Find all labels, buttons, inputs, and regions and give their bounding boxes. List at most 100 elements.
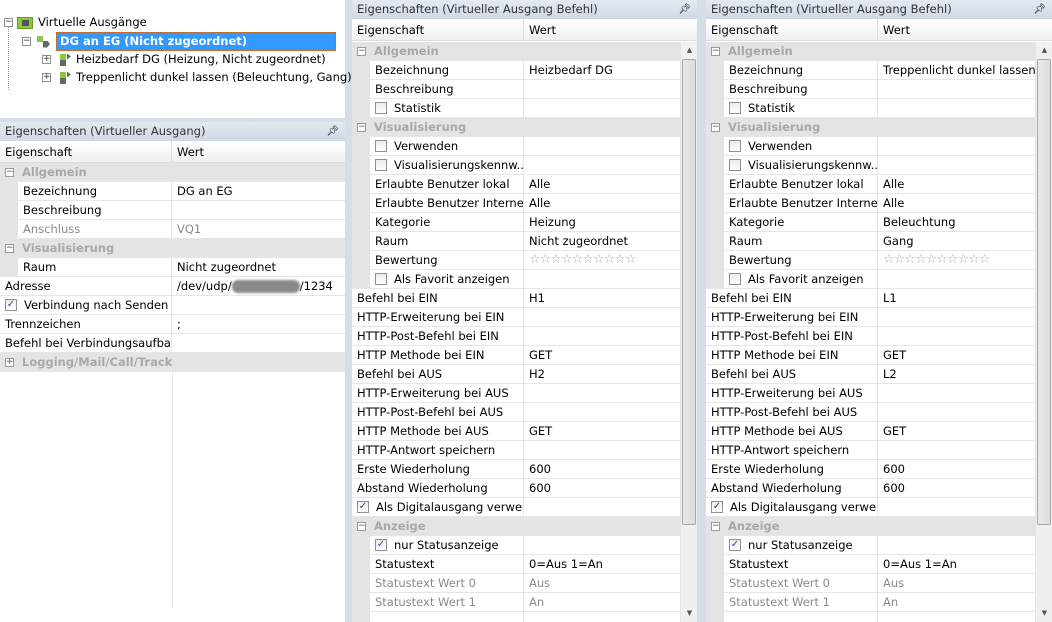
property-value[interactable] <box>524 270 680 288</box>
expand-icon[interactable]: + <box>5 357 14 367</box>
property-value[interactable]: ☆☆☆☆☆☆☆☆☆☆ <box>524 251 680 269</box>
pin-icon[interactable]: 📌︎ <box>326 122 339 141</box>
checkbox[interactable] <box>729 159 741 171</box>
property-value[interactable] <box>524 403 680 421</box>
collapse-icon[interactable]: − <box>357 46 366 56</box>
property-value[interactable]: VQ1 <box>172 220 345 238</box>
property-value[interactable] <box>878 137 1035 155</box>
scrollbar-thumb[interactable] <box>1037 59 1051 525</box>
property-value[interactable] <box>524 498 680 516</box>
tree-node-child[interactable]: + Treppenlicht dunkel lassen (Beleuchtun… <box>42 69 352 86</box>
property-value[interactable]: 600 <box>878 460 1035 478</box>
property-value[interactable] <box>878 612 1035 622</box>
property-value[interactable] <box>524 327 680 345</box>
checkbox[interactable]: ✓ <box>375 539 387 551</box>
property-row-als-favorit-anzeigen[interactable]: Als Favorit anzeigen <box>706 270 1035 289</box>
property-row-http-methode-bei-aus[interactable]: HTTP Methode bei AUS GET <box>706 422 1035 441</box>
property-row-trennzeichen[interactable]: Trennzeichen; <box>0 315 345 334</box>
property-row-statustext-wert-1[interactable]: Statustext Wert 1 An <box>706 593 1035 612</box>
rating-stars[interactable]: ☆☆☆☆☆☆☆☆☆☆ <box>883 251 991 269</box>
property-value[interactable] <box>878 80 1035 98</box>
property-value[interactable]: L1 <box>878 289 1035 307</box>
property-value[interactable]: Treppenlicht dunkel lassen <box>878 61 1035 79</box>
tree-node-child[interactable]: + Heizbedarf DG (Heizung, Nicht zugeordn… <box>42 51 326 68</box>
property-row-raum[interactable]: Raum Nicht zugeordnet <box>352 232 680 251</box>
property-value[interactable]: H1 <box>524 289 680 307</box>
group-anzeige[interactable]: − Anzeige <box>706 517 1035 536</box>
collapse-icon[interactable]: − <box>357 122 366 132</box>
property-row-kategorie[interactable]: Kategorie Beleuchtung <box>706 213 1035 232</box>
property-value[interactable]: /dev/udp/ /1234 <box>172 277 345 295</box>
property-value[interactable]: Alle <box>878 194 1035 212</box>
group-logging-mail-call-track[interactable]: + Logging/Mail/Call/Track <box>0 353 345 372</box>
property-row-http-erweiterung-bei-aus[interactable]: HTTP-Erweiterung bei AUS <box>352 384 680 403</box>
property-row-http-methode-bei-ein[interactable]: HTTP Methode bei EIN GET <box>706 346 1035 365</box>
property-row-http-methode-bei-aus[interactable]: HTTP Methode bei AUS GET <box>352 422 680 441</box>
property-value[interactable]: Aus <box>878 574 1035 592</box>
pin-icon[interactable]: 📌︎ <box>678 0 691 19</box>
collapse-icon[interactable]: − <box>711 122 720 132</box>
collapse-icon[interactable]: − <box>711 521 720 531</box>
column-wert[interactable]: Wert <box>524 19 556 40</box>
column-eigenschaft[interactable]: Eigenschaft <box>706 19 878 40</box>
column-wert[interactable]: Wert <box>172 141 204 162</box>
property-value[interactable]: L2 <box>878 365 1035 383</box>
tree-node-root[interactable]: − Virtuelle Ausgänge <box>4 14 147 31</box>
property-value[interactable] <box>878 308 1035 326</box>
vertical-scrollbar[interactable]: ▲ ▼ <box>1035 42 1052 622</box>
collapse-icon[interactable]: − <box>5 243 14 253</box>
property-value[interactable]: Aus <box>524 574 680 592</box>
property-row-abstand-wiederholung[interactable]: Abstand Wiederholung 600 <box>352 479 680 498</box>
group-visualisierung[interactable]: − Visualisierung <box>0 239 345 258</box>
property-row-http-post-befehl-bei-ein[interactable]: HTTP-Post-Befehl bei EIN <box>352 327 680 346</box>
property-row-statustext-wert-1[interactable]: Statustext Wert 1 An <box>352 593 680 612</box>
property-row-befehl-bei-ein[interactable]: Befehl bei EIN H1 <box>352 289 680 308</box>
property-value[interactable]: Alle <box>524 194 680 212</box>
expand-icon[interactable]: + <box>42 55 51 64</box>
property-row-http-antwort-speichern[interactable]: HTTP-Antwort speichern <box>352 441 680 460</box>
vertical-scrollbar[interactable]: ▲ ▼ <box>680 42 697 622</box>
property-value[interactable]: Heizbedarf DG <box>524 61 680 79</box>
property-value[interactable]: Alle <box>878 175 1035 193</box>
property-row-erlaubte-benutzer-internet[interactable]: Erlaubte Benutzer Internet Alle <box>352 194 680 213</box>
collapse-icon[interactable]: − <box>711 46 720 56</box>
splitter[interactable] <box>345 0 352 622</box>
checkbox[interactable] <box>729 273 741 285</box>
property-value[interactable] <box>524 80 680 98</box>
property-value[interactable] <box>878 270 1035 288</box>
property-value[interactable] <box>878 99 1035 117</box>
property-value[interactable] <box>524 536 680 554</box>
group-allgemein[interactable]: − Allgemein <box>0 163 345 182</box>
property-row-als-favorit-anzeigen[interactable]: Als Favorit anzeigen <box>352 270 680 289</box>
property-row-statustext[interactable]: Statustext 0=Aus 1=An <box>352 555 680 574</box>
property-value[interactable] <box>524 99 680 117</box>
property-value[interactable]: DG an EG <box>172 182 345 200</box>
group-anzeige[interactable]: − Anzeige <box>352 517 680 536</box>
property-row-erlaubte-benutzer-lokal[interactable]: Erlaubte Benutzer lokal Alle <box>706 175 1035 194</box>
checkbox[interactable]: ✓ <box>711 501 723 513</box>
checkbox[interactable] <box>375 273 387 285</box>
property-row-verwenden[interactable]: Verwenden <box>706 137 1035 156</box>
property-row-http-post-befehl-bei-aus[interactable]: HTTP-Post-Befehl bei AUS <box>706 403 1035 422</box>
property-value[interactable] <box>524 308 680 326</box>
property-value[interactable]: Heizung <box>524 213 680 231</box>
property-value[interactable] <box>878 327 1035 345</box>
property-value[interactable] <box>524 441 680 459</box>
property-row-beschreibung[interactable]: Beschreibung <box>352 80 680 99</box>
property-row-http-post-befehl-bei-ein[interactable]: HTTP-Post-Befehl bei EIN <box>706 327 1035 346</box>
property-row-statistik[interactable]: Statistik <box>352 99 680 118</box>
property-row-erlaubte-benutzer-lokal[interactable]: Erlaubte Benutzer lokal Alle <box>352 175 680 194</box>
scrollbar-thumb[interactable] <box>682 59 696 525</box>
property-row-verbindung-nach-senden[interactable]: ✓ Verbindung nach Senden ... <box>0 296 345 315</box>
group-visualisierung[interactable]: − Visualisierung <box>706 118 1035 137</box>
property-row-verwenden[interactable]: Verwenden <box>352 137 680 156</box>
property-row-als-digitalausgang-verwe[interactable]: ✓ Als Digitalausgang verwe... <box>706 498 1035 517</box>
property-row-visualisierungskennw[interactable]: Visualisierungskennw... <box>706 156 1035 175</box>
property-value[interactable] <box>878 403 1035 421</box>
property-row-visualisierungskennw[interactable]: Visualisierungskennw... <box>352 156 680 175</box>
property-value[interactable] <box>524 137 680 155</box>
property-row-befehl-bei-verbindungsaufbau[interactable]: Befehl bei Verbindungsaufbau <box>0 334 345 353</box>
property-row-kategorie[interactable]: Kategorie Heizung <box>352 213 680 232</box>
property-row-http-erweiterung-bei-ein[interactable]: HTTP-Erweiterung bei EIN <box>352 308 680 327</box>
property-value[interactable]: An <box>878 593 1035 611</box>
